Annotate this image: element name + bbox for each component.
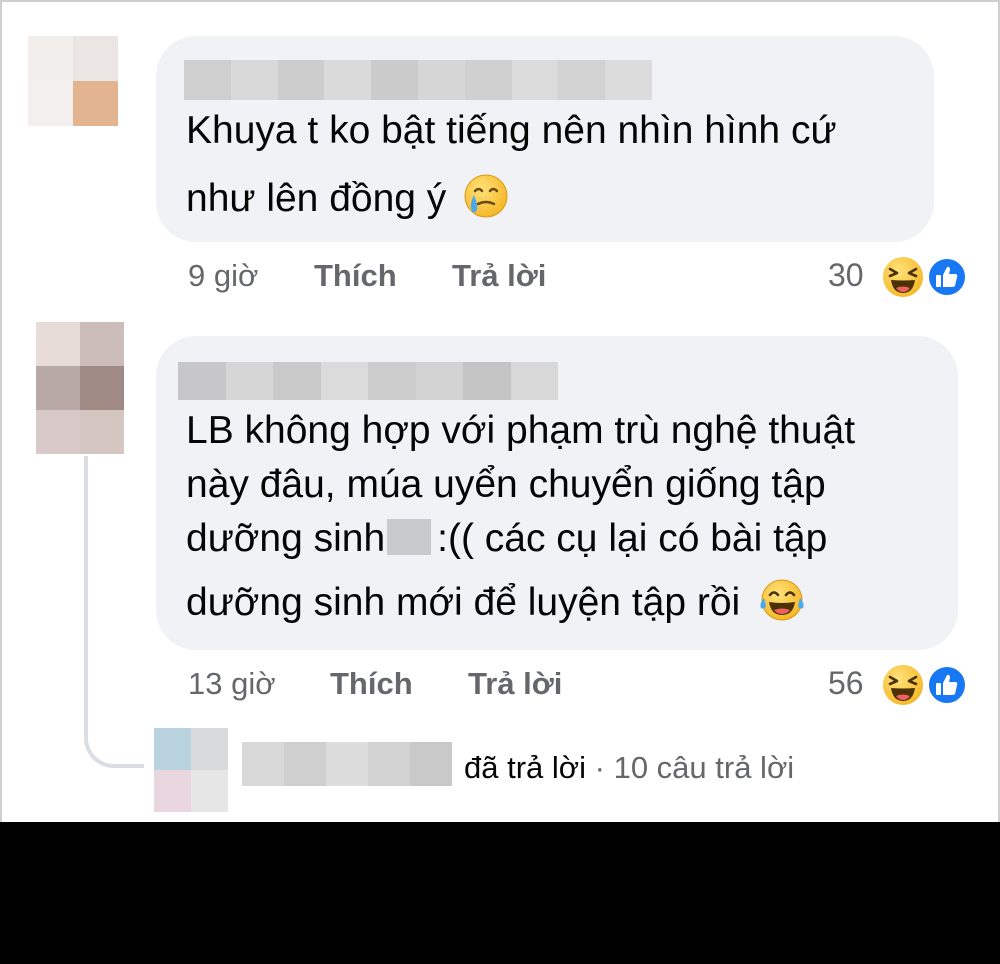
avatar[interactable] [36, 322, 124, 454]
crying-smile-emoji-icon [464, 174, 508, 218]
comment-text-fragment: dưỡng sinh [186, 517, 386, 560]
reply-link[interactable]: Trả lời [468, 666, 562, 702]
comment-text-line: dưỡng sinh :(( các cụ lại có bài tập [186, 510, 827, 567]
comment-text-line: này đâu, múa uyển chuyển giống tập [186, 463, 826, 506]
comment-text-fragment: :(( các cụ lại có bài tập [437, 517, 828, 560]
reply-separator: · [594, 750, 605, 785]
comment-text-line: dưỡng sinh mới để luyện tập rồi [186, 574, 807, 631]
reaction-count[interactable]: 30 [828, 257, 864, 294]
like-reaction-icon[interactable] [926, 664, 968, 706]
commenter-name-blurred[interactable] [184, 60, 652, 100]
replied-label: đã trả lời [464, 750, 586, 785]
comment-text-line: như lên đồng ý [186, 170, 509, 227]
like-link[interactable]: Thích [330, 666, 413, 702]
comment-text-line: LB không hợp với phạm trù nghệ thuật [186, 409, 856, 452]
censored-emoji-box [387, 519, 432, 555]
tears-of-joy-emoji-icon [760, 579, 804, 621]
replier-name-blurred[interactable] [242, 742, 452, 786]
like-reaction-icon[interactable] [926, 256, 968, 298]
avatar[interactable] [154, 728, 228, 812]
commenter-name-blurred[interactable] [178, 362, 558, 400]
haha-reaction-icon[interactable] [880, 662, 926, 708]
comment-timestamp: 13 giờ [188, 666, 276, 701]
view-replies-link[interactable]: đã trả lời · 10 câu trả lời [464, 750, 794, 786]
avatar[interactable] [28, 36, 118, 126]
comment-timestamp: 9 giờ [188, 258, 259, 293]
comment-text-fragment: như lên đồng ý [186, 177, 447, 220]
reply-link[interactable]: Trả lời [452, 258, 546, 294]
reply-count: 10 câu trả lời [613, 750, 795, 785]
like-link[interactable]: Thích [314, 258, 397, 294]
reply-thread-connector [84, 456, 144, 768]
comment-text-line: Khuya t ko bật tiếng nên nhìn hình cứ [186, 109, 837, 152]
reaction-count[interactable]: 56 [828, 665, 864, 702]
black-band [0, 822, 1000, 964]
frame-top-border [0, 0, 1000, 2]
comment-text-fragment: dưỡng sinh mới để luyện tập rồi [186, 581, 741, 624]
frame-left-border [0, 0, 2, 822]
haha-reaction-icon[interactable] [880, 254, 926, 300]
